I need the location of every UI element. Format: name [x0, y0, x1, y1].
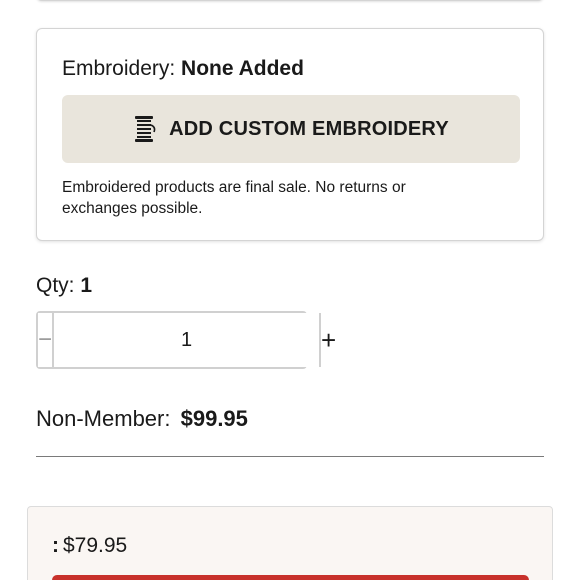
non-member-price-row: Non-Member: $99.95 [36, 406, 248, 432]
quantity-stepper: − + [36, 311, 337, 369]
non-member-price: $99.95 [180, 406, 248, 431]
increment-button[interactable]: + [319, 313, 337, 367]
price-divider [36, 456, 544, 457]
decrement-button[interactable]: − [38, 313, 55, 367]
member-price: $79.95 [63, 534, 128, 557]
embroidery-label: Embroidery: [62, 57, 176, 80]
quantity-label-value: 1 [80, 274, 93, 297]
final-sale-note: Embroidered products are final sale. No … [62, 179, 406, 217]
add-custom-embroidery-button[interactable]: ADD CUSTOM EMBROIDERY [62, 95, 520, 163]
quantity-label: Qty: 1 [36, 274, 92, 298]
plus-icon: + [321, 324, 337, 355]
quantity-input[interactable] [54, 313, 320, 367]
add-custom-embroidery-label: ADD CUSTOM EMBROIDERY [169, 117, 449, 140]
member-price-row: : $79.95 [52, 534, 127, 558]
quantity-label-text: Qty: [36, 274, 75, 297]
minus-icon: − [38, 326, 53, 353]
embroidery-value: None Added [181, 57, 304, 80]
non-member-label: Non-Member: [36, 406, 171, 431]
embroidery-status: Embroidery: None Added [62, 57, 304, 81]
thread-spool-icon [133, 115, 157, 143]
add-to-cart-button[interactable] [52, 575, 529, 580]
member-label: : [52, 534, 59, 557]
embroidery-card: Embroidery: None Added ADD CUSTOM EMBROI… [36, 28, 544, 241]
previous-card-edge [36, 0, 544, 1]
member-price-panel: : $79.95 [27, 506, 553, 580]
